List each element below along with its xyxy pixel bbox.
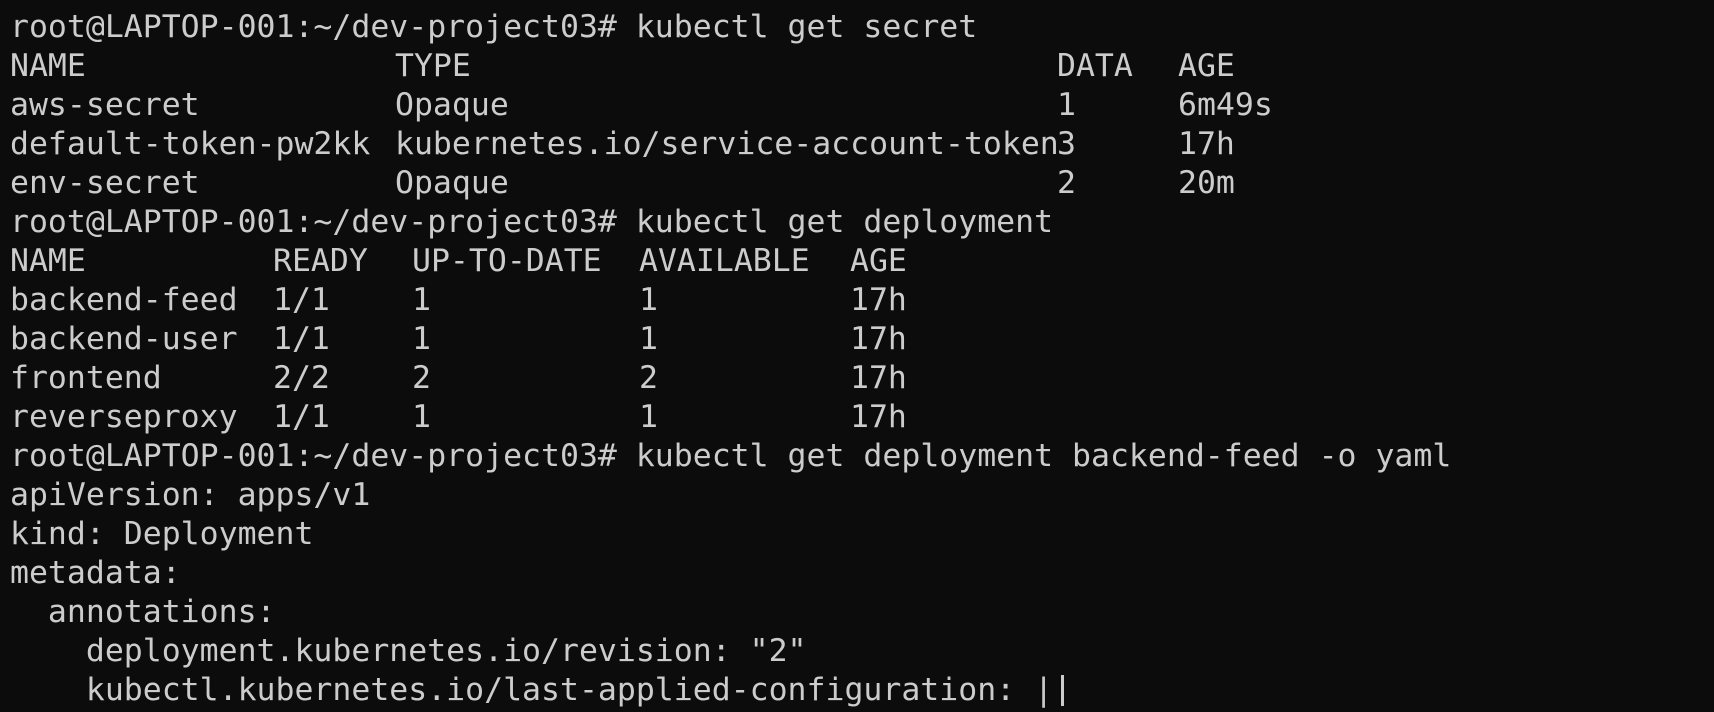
yaml-line: apiVersion: apps/v1: [10, 477, 371, 513]
table-row: frontend 2/2 2 2 17h: [10, 359, 1714, 398]
yaml-last-line: kubectl.kubernetes.io/last-applied-confi…: [10, 672, 1054, 708]
command-line: root@LAPTOP-001:~/dev-project03# kubectl…: [10, 437, 1714, 476]
secret-age: 20m: [1178, 165, 1235, 201]
command-line: root@LAPTOP-001:~/dev-project03# kubectl…: [10, 8, 1714, 47]
shell-prompt: root@LAPTOP-001:~/dev-project03#: [10, 9, 617, 45]
deployment-available: 2: [639, 360, 658, 396]
secret-type: Opaque: [395, 87, 509, 123]
deployment-available: 1: [639, 399, 658, 435]
deployment-name: backend-feed: [10, 282, 238, 318]
deployment-name: frontend: [10, 360, 162, 396]
secret-age: 17h: [1178, 126, 1235, 162]
command-text: kubectl get deployment: [635, 204, 1054, 240]
yaml-line: kubectl.kubernetes.io/last-applied-confi…: [10, 671, 1714, 710]
secret-name: env-secret: [10, 165, 200, 201]
table-row: env-secret Opaque 2 20m: [10, 164, 1714, 203]
column-header-data: DATA: [1057, 48, 1133, 84]
secret-type: Opaque: [395, 165, 509, 201]
command-text: kubectl get secret: [635, 9, 978, 45]
table-row: backend-user 1/1 1 1 17h: [10, 320, 1714, 359]
column-header-ready: READY: [273, 243, 368, 279]
table-row: reverseproxy 1/1 1 1 17h: [10, 398, 1714, 437]
column-header-up-to-date: UP-TO-DATE: [412, 243, 602, 279]
column-header-age: AGE: [1178, 48, 1235, 84]
deployment-available: 1: [639, 321, 658, 357]
yaml-line: metadata:: [10, 555, 181, 591]
shell-prompt: root@LAPTOP-001:~/dev-project03#: [10, 204, 617, 240]
deployment-up-to-date: 1: [412, 399, 431, 435]
secret-data: 3: [1057, 126, 1076, 162]
yaml-line: deployment.kubernetes.io/revision: "2": [10, 633, 807, 669]
column-header-name: NAME: [10, 243, 86, 279]
deployment-age: 17h: [850, 399, 907, 435]
column-header-type: TYPE: [395, 48, 471, 84]
command-text: kubectl get deployment backend-feed -o y…: [635, 438, 1452, 474]
table-row: backend-feed 1/1 1 1 17h: [10, 281, 1714, 320]
column-header-available: AVAILABLE: [639, 243, 810, 279]
command-line: root@LAPTOP-001:~/dev-project03# kubectl…: [10, 203, 1714, 242]
secret-name: aws-secret: [10, 87, 200, 123]
table-row: aws-secret Opaque 1 6m49s: [10, 86, 1714, 125]
secret-data: 2: [1057, 165, 1076, 201]
text-cursor: [1061, 675, 1065, 706]
secret-data: 1: [1057, 87, 1076, 123]
table-header: NAME TYPE DATA AGE: [10, 47, 1714, 86]
deployment-ready: 2/2: [273, 360, 330, 396]
deployment-up-to-date: 1: [412, 321, 431, 357]
yaml-line: annotations:: [10, 594, 276, 630]
deployment-name: backend-user: [10, 321, 238, 357]
deployment-up-to-date: 2: [412, 360, 431, 396]
deployment-age: 17h: [850, 321, 907, 357]
secret-age: 6m49s: [1178, 87, 1273, 123]
deployment-available: 1: [639, 282, 658, 318]
deployment-ready: 1/1: [273, 321, 330, 357]
secret-type: kubernetes.io/service-account-token: [395, 126, 1059, 162]
shell-prompt: root@LAPTOP-001:~/dev-project03#: [10, 438, 617, 474]
column-header-age: AGE: [850, 243, 907, 279]
terminal-window[interactable]: root@LAPTOP-001:~/dev-project03# kubectl…: [0, 0, 1714, 712]
column-header-name: NAME: [10, 48, 86, 84]
table-row: default-token-pw2kk kubernetes.io/servic…: [10, 125, 1714, 164]
deployment-age: 17h: [850, 282, 907, 318]
secret-name: default-token-pw2kk: [10, 126, 371, 162]
table-header: NAME READY UP-TO-DATE AVAILABLE AGE: [10, 242, 1714, 281]
yaml-line: kind: Deployment: [10, 516, 314, 552]
deployment-ready: 1/1: [273, 399, 330, 435]
deployment-name: reverseproxy: [10, 399, 238, 435]
deployment-age: 17h: [850, 360, 907, 396]
deployment-up-to-date: 1: [412, 282, 431, 318]
deployment-ready: 1/1: [273, 282, 330, 318]
